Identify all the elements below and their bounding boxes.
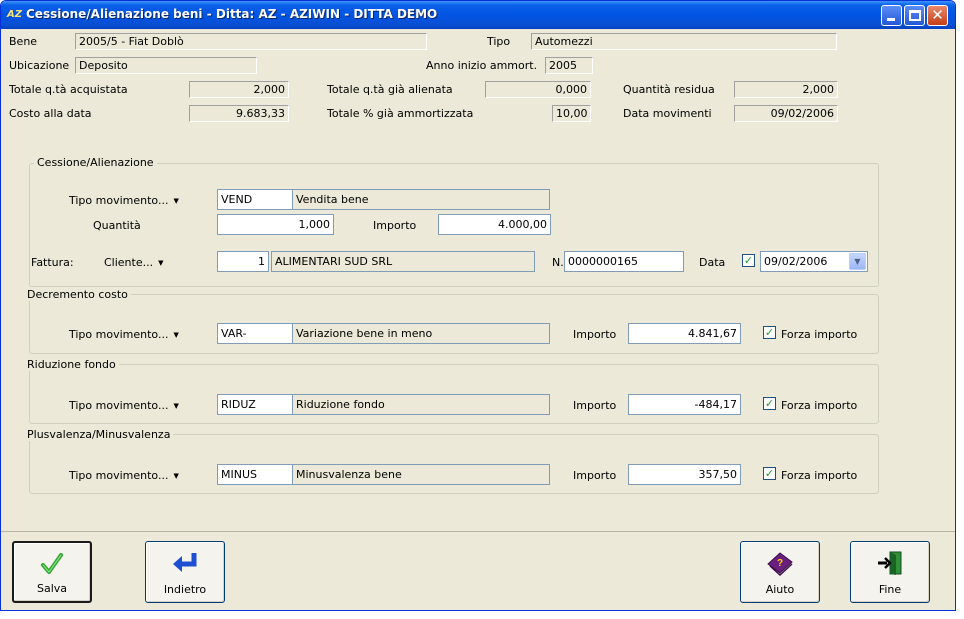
bene-field: 2005/5 - Fiat Doblò bbox=[75, 33, 427, 50]
checkmark-icon bbox=[14, 551, 90, 577]
title-bar[interactable]: AZ Cessione/Alienazione beni - Ditta: AZ… bbox=[1, 1, 955, 29]
tot-acq-label: Totale q.tà acquistata bbox=[9, 83, 128, 96]
numero-input[interactable]: 0000000165 bbox=[564, 251, 684, 272]
close-button[interactable]: ✕ bbox=[927, 5, 948, 26]
tot-alien-label: Totale q.tà già alienata bbox=[327, 83, 453, 96]
tot-alien-field: 0,000 bbox=[485, 81, 591, 98]
data-mov-field: 09/02/2006 bbox=[734, 105, 838, 122]
riduzione-forza-label: Forza importo bbox=[781, 399, 858, 412]
window-title: Cessione/Alienazione beni - Ditta: AZ - … bbox=[26, 7, 438, 21]
plusminus-importo-input[interactable]: 357,50 bbox=[628, 464, 741, 485]
data-mov-label: Data movimenti bbox=[623, 107, 712, 120]
tipo-field: Automezzi bbox=[531, 33, 837, 50]
exit-button[interactable]: Fine bbox=[850, 541, 930, 603]
riduzione-importo-input[interactable]: -484,17 bbox=[628, 394, 741, 415]
plusminus-tipo-desc-field: Minusvalenza bene bbox=[292, 464, 550, 485]
cessione-tipo-desc-field: Vendita bene bbox=[292, 189, 550, 210]
decremento-forza-label: Forza importo bbox=[781, 328, 858, 341]
dropdown-arrow-icon: ▼ bbox=[173, 472, 179, 480]
decremento-tipo-desc-field: Variazione bene in meno bbox=[292, 323, 550, 344]
costo-label: Costo alla data bbox=[9, 107, 92, 120]
plusminus-tipo-code-input[interactable]: MINUS bbox=[217, 464, 293, 485]
perc-field: 10,00 bbox=[552, 105, 591, 122]
back-arrow-icon bbox=[146, 550, 224, 576]
exit-door-icon bbox=[851, 550, 929, 576]
plusminus-forza-checkbox[interactable]: ✓ bbox=[763, 467, 776, 480]
decremento-group-title: Decremento costo bbox=[24, 288, 131, 301]
riduzione-tipo-mov-button[interactable]: Tipo movimento... ▼ bbox=[69, 399, 179, 412]
data-checkbox[interactable]: ✓ bbox=[742, 254, 755, 267]
dropdown-arrow-icon: ▼ bbox=[158, 259, 164, 267]
tipo-label: Tipo bbox=[487, 35, 511, 48]
cliente-name-field: ALIMENTARI SUD SRL bbox=[271, 251, 535, 272]
plusminus-group-title: Plusvalenza/Minusvalenza bbox=[24, 428, 174, 441]
costo-field: 9.683,33 bbox=[189, 105, 289, 122]
exit-button-label: Fine bbox=[878, 583, 902, 596]
bottom-separator bbox=[1, 531, 955, 532]
save-button-label: Salva bbox=[36, 582, 68, 595]
riduzione-group-title: Riduzione fondo bbox=[24, 358, 119, 371]
decremento-tipo-mov-button[interactable]: Tipo movimento... ▼ bbox=[69, 328, 179, 341]
cliente-button[interactable]: Cliente... ▼ bbox=[104, 256, 164, 269]
cliente-label: Cliente... bbox=[104, 256, 154, 269]
data-label: Data bbox=[699, 256, 726, 269]
minimize-icon bbox=[887, 18, 895, 21]
cessione-tipo-code-input[interactable]: VEND bbox=[217, 189, 293, 210]
cliente-code-input[interactable]: 1 bbox=[217, 251, 269, 272]
qta-res-field: 2,000 bbox=[734, 81, 838, 98]
svg-text:?: ? bbox=[777, 558, 783, 569]
minimize-button[interactable] bbox=[881, 5, 902, 26]
tipo-mov-label: Tipo movimento... bbox=[69, 328, 169, 341]
maximize-button[interactable] bbox=[904, 5, 925, 26]
importo-input[interactable]: 4.000,00 bbox=[438, 214, 551, 235]
cessione-tipo-mov-button[interactable]: Tipo movimento... ▼ bbox=[69, 194, 179, 207]
back-button-label: Indietro bbox=[163, 583, 207, 596]
dropdown-arrow-icon: ▼ bbox=[173, 402, 179, 410]
decremento-importo-input[interactable]: 4.841,67 bbox=[628, 323, 741, 344]
plusminus-forza-label: Forza importo bbox=[781, 469, 858, 482]
ubicazione-field: Deposito bbox=[75, 57, 257, 74]
help-book-icon: ? bbox=[741, 550, 819, 577]
tot-acq-field: 2,000 bbox=[189, 81, 289, 98]
data-value: 09/02/2006 bbox=[764, 255, 828, 268]
riduzione-tipo-code-input[interactable]: RIDUZ bbox=[217, 394, 293, 415]
main-window: AZ Cessione/Alienazione beni - Ditta: AZ… bbox=[0, 0, 956, 611]
plusminus-importo-label: Importo bbox=[573, 469, 617, 482]
decremento-importo-label: Importo bbox=[573, 328, 617, 341]
tipo-mov-label: Tipo movimento... bbox=[69, 469, 169, 482]
anno-label: Anno inizio ammort. bbox=[426, 59, 538, 72]
qta-res-label: Quantità residua bbox=[623, 83, 715, 96]
save-button[interactable]: Salva bbox=[12, 541, 92, 603]
perc-label: Totale % già ammortizzata bbox=[327, 107, 474, 120]
numero-label: N. bbox=[552, 256, 564, 269]
back-button[interactable]: Indietro bbox=[145, 541, 225, 603]
decremento-forza-checkbox[interactable]: ✓ bbox=[763, 326, 776, 339]
riduzione-tipo-desc-field: Riduzione fondo bbox=[292, 394, 550, 415]
help-button[interactable]: ? Aiuto bbox=[740, 541, 820, 603]
riduzione-forza-checkbox[interactable]: ✓ bbox=[763, 397, 776, 410]
app-icon: AZ bbox=[7, 9, 22, 20]
ubicazione-label: Ubicazione bbox=[9, 59, 70, 72]
decremento-tipo-code-input[interactable]: VAR- bbox=[217, 323, 293, 344]
close-icon: ✕ bbox=[931, 6, 944, 24]
plusminus-tipo-mov-button[interactable]: Tipo movimento... ▼ bbox=[69, 469, 179, 482]
date-dropdown-button[interactable]: ▼ bbox=[849, 253, 866, 270]
dropdown-arrow-icon: ▼ bbox=[173, 331, 179, 339]
quantita-label: Quantità bbox=[93, 219, 141, 232]
importo-label: Importo bbox=[373, 219, 417, 232]
fattura-label: Fattura: bbox=[31, 256, 74, 269]
anno-field: 2005 bbox=[545, 57, 593, 74]
quantita-input[interactable]: 1,000 bbox=[217, 214, 334, 235]
maximize-icon bbox=[909, 10, 921, 21]
tipo-mov-label: Tipo movimento... bbox=[69, 194, 169, 207]
tipo-mov-label: Tipo movimento... bbox=[69, 399, 169, 412]
bene-label: Bene bbox=[9, 35, 38, 48]
dropdown-arrow-icon: ▼ bbox=[173, 197, 179, 205]
cessione-group-title: Cessione/Alienazione bbox=[34, 156, 157, 169]
chevron-down-icon: ▼ bbox=[854, 257, 861, 266]
riduzione-importo-label: Importo bbox=[573, 399, 617, 412]
help-button-label: Aiuto bbox=[765, 583, 795, 596]
